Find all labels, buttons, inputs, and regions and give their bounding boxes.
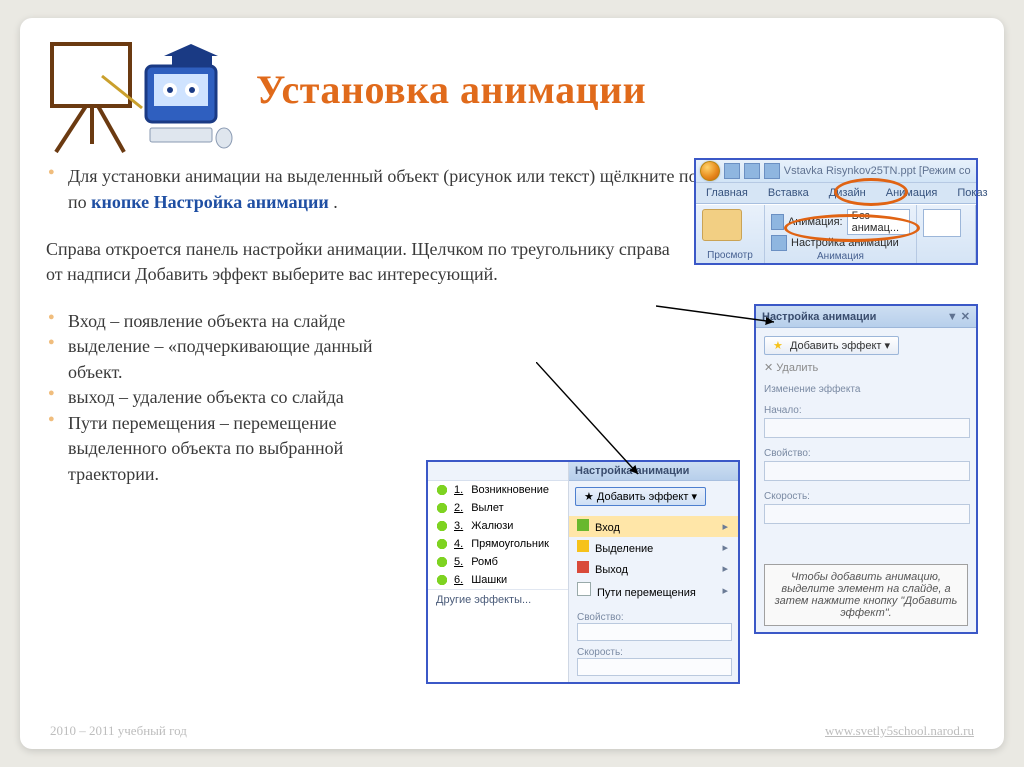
star-icon bbox=[436, 520, 448, 532]
preview-button-icon[interactable] bbox=[702, 209, 742, 241]
qat-save-icon[interactable] bbox=[724, 163, 740, 179]
star-red-icon bbox=[577, 561, 589, 573]
bullet-entry: Вход – появление объекта на слайде bbox=[46, 309, 406, 335]
effect-item-5[interactable]: 5.Ромб bbox=[428, 553, 568, 571]
footer-link[interactable]: www.svetly5school.narod.ru bbox=[825, 723, 974, 739]
custom-animation-row: Настройка анимации bbox=[771, 235, 910, 251]
p1-text-a: Для установки анимации на выделенный объ… bbox=[68, 166, 702, 186]
effect-dropdown-screenshot: 1.Возникновение 2.Вылет 3.Жалюзи 4.Прямо… bbox=[426, 460, 740, 684]
tab-slideshow[interactable]: Показ bbox=[947, 183, 997, 203]
submenu-add-button[interactable]: ★ Добавить эффект ▾ bbox=[575, 487, 706, 506]
effect-item-6[interactable]: 6.Шашки bbox=[428, 571, 568, 589]
pane-body: ★ Добавить эффект ▾ ✕ Удалить Изменение … bbox=[756, 328, 976, 632]
ribbon-screenshot: Vstavka Risynkov25TN.ppt [Режим со Главн… bbox=[694, 158, 978, 265]
effect-item-2[interactable]: 2.Вылет bbox=[428, 499, 568, 517]
opt-motion[interactable]: Пути перемещения▸ bbox=[569, 579, 738, 602]
submenu-prop-select[interactable] bbox=[577, 623, 732, 641]
star-icon bbox=[436, 556, 448, 568]
star-green-icon bbox=[577, 519, 589, 531]
effect-list-header bbox=[428, 462, 568, 481]
animation-group-label: Анимация bbox=[771, 251, 910, 262]
transition-thumb-icon[interactable] bbox=[923, 209, 961, 237]
field-speed-select[interactable] bbox=[764, 504, 970, 524]
remove-label: Удалить bbox=[776, 362, 818, 374]
add-effect-button[interactable]: ★ Добавить эффект ▾ bbox=[764, 336, 899, 355]
field-property-select[interactable] bbox=[764, 461, 970, 481]
animation-pane: Настройка анимации ▼ ✕ ★ Добавить эффект… bbox=[754, 304, 978, 634]
star-yellow-icon bbox=[577, 540, 589, 552]
animation-label: Анимация: bbox=[788, 216, 843, 228]
submenu-title: Настройка анимации bbox=[569, 462, 738, 481]
star-icon bbox=[436, 502, 448, 514]
add-effect-label: Добавить эффект bbox=[790, 340, 881, 352]
footer-year: 2010 – 2011 учебный год bbox=[50, 723, 187, 739]
custom-animation-icon bbox=[771, 235, 787, 251]
preview-group-label: Просмотр bbox=[702, 250, 758, 261]
effect-submenu: Настройка анимации ★ Добавить эффект ▾ В… bbox=[569, 462, 738, 682]
star-icon bbox=[436, 484, 448, 496]
opt-emphasis[interactable]: Выделение▸ bbox=[569, 537, 738, 558]
animation-current[interactable]: Без анимац... bbox=[847, 209, 910, 235]
effect-item-3[interactable]: 3.Жалюзи bbox=[428, 517, 568, 535]
tab-design[interactable]: Дизайн bbox=[819, 183, 876, 203]
pane-close-icon[interactable]: ▼ ✕ bbox=[947, 310, 970, 323]
effect-types-list: Вход – появление объекта на слайде выдел… bbox=[46, 309, 406, 488]
pane-header: Настройка анимации ▼ ✕ bbox=[756, 306, 976, 328]
star-icon bbox=[436, 538, 448, 550]
tab-home[interactable]: Главная bbox=[696, 183, 758, 203]
window-title: Vstavka Risynkov25TN.ppt [Режим со bbox=[784, 165, 976, 177]
submenu-speed-select[interactable] bbox=[577, 658, 732, 676]
star-icon bbox=[436, 574, 448, 586]
section-change: Изменение эффекта bbox=[764, 384, 968, 395]
header-row: Установка анимации bbox=[46, 36, 978, 156]
bullet-emphasis: выделение – «подчеркивающие данный объек… bbox=[46, 334, 406, 385]
field-start-select[interactable] bbox=[764, 418, 970, 438]
opt-entry[interactable]: Вход▸ bbox=[569, 516, 738, 537]
slide-frame: Установка анимации Для установки анимаци… bbox=[0, 0, 1024, 767]
ribbon-body: Просмотр Анимация: Без анимац... Настрой… bbox=[696, 204, 976, 263]
slide-title: Установка анимации bbox=[256, 66, 646, 113]
field-property-label: Свойство: bbox=[764, 448, 968, 459]
ribbon-group-preview: Просмотр bbox=[696, 205, 765, 263]
ribbon-group-animation: Анимация: Без анимац... Настройка анимац… bbox=[765, 205, 917, 263]
chevron-right-icon: ▸ bbox=[722, 584, 728, 597]
remove-button[interactable]: ✕ Удалить bbox=[764, 361, 968, 374]
animation-dropdown-row: Анимация: Без анимац... bbox=[771, 209, 910, 235]
paragraph-2: Справа откроется панель настройки анимац… bbox=[46, 237, 686, 287]
field-speed-label: Скорость: bbox=[764, 491, 968, 502]
slide-inner: Установка анимации Для установки анимаци… bbox=[20, 18, 1004, 749]
effect-item-4[interactable]: 4.Прямоугольник bbox=[428, 535, 568, 553]
submenu-field-property: Свойство: bbox=[577, 612, 730, 641]
quick-access-toolbar: Vstavka Risynkov25TN.ppt [Режим со bbox=[696, 160, 976, 183]
bullet-exit: выход – удаление объекта со слайда bbox=[46, 385, 406, 411]
ribbon-tabs: Главная Вставка Дизайн Анимация Показ bbox=[696, 183, 976, 204]
chevron-right-icon: ▸ bbox=[722, 562, 728, 575]
field-start-label: Начало: bbox=[764, 405, 968, 416]
chevron-right-icon: ▸ bbox=[722, 541, 728, 554]
p1-blue-word-2: кнопке Настройка анимации bbox=[91, 192, 329, 212]
custom-animation-button[interactable]: Настройка анимации bbox=[791, 237, 899, 249]
star-motion-icon bbox=[577, 582, 591, 596]
qat-undo-icon[interactable] bbox=[744, 163, 760, 179]
effect-list: 1.Возникновение 2.Вылет 3.Жалюзи 4.Прямо… bbox=[428, 462, 569, 682]
opt-exit[interactable]: Выход▸ bbox=[569, 558, 738, 579]
ribbon-group-transition bbox=[917, 205, 976, 263]
office-orb-icon[interactable] bbox=[700, 161, 720, 181]
content-area: Для установки анимации на выделенный объ… bbox=[46, 164, 978, 488]
animation-icon bbox=[771, 214, 784, 230]
tab-insert[interactable]: Вставка bbox=[758, 183, 819, 203]
pane-hint-text: Чтобы добавить анимацию, выделите элемен… bbox=[764, 564, 968, 626]
star-icon: ★ bbox=[773, 340, 783, 352]
p1-text-d: . bbox=[333, 192, 338, 212]
qat-redo-icon[interactable] bbox=[764, 163, 780, 179]
clipart-computer-teacher bbox=[46, 36, 236, 156]
tab-animation[interactable]: Анимация bbox=[876, 183, 948, 203]
submenu-options: Вход▸ Выделение▸ Выход▸ Пути перемещения… bbox=[569, 512, 738, 606]
other-effects[interactable]: Другие эффекты... bbox=[428, 589, 568, 610]
pane-title: Настройка анимации bbox=[762, 311, 876, 323]
chevron-right-icon: ▸ bbox=[722, 520, 728, 533]
effect-item-1[interactable]: 1.Возникновение bbox=[428, 481, 568, 499]
bullet-motion: Пути перемещения – перемещение выделенно… bbox=[46, 411, 406, 488]
submenu-field-speed: Скорость: bbox=[577, 647, 730, 676]
